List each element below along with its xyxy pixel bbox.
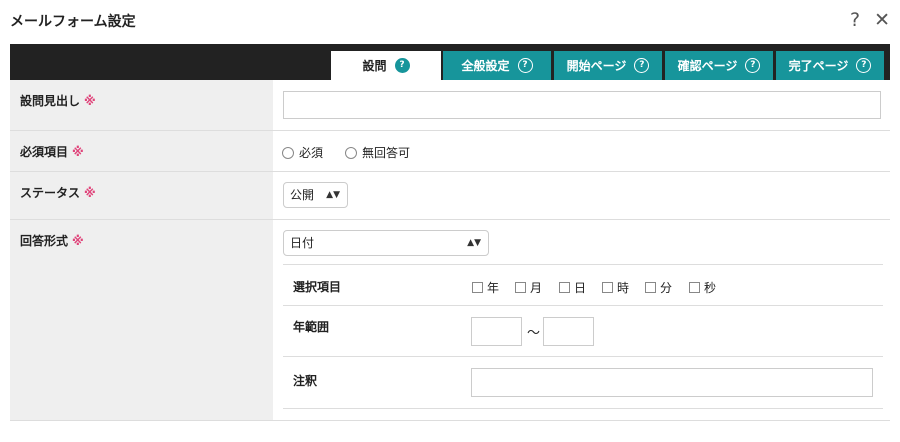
note-label: 注釈: [293, 374, 318, 388]
sub-note: 注釈: [283, 357, 883, 409]
select-arrows-icon: ▲▼: [326, 190, 340, 200]
tab-label: 確認ページ: [677, 59, 738, 73]
question-circle-icon[interactable]: ?: [745, 58, 761, 73]
tab-general-settings[interactable]: 全般設定 ?: [443, 51, 551, 80]
checkbox-box[interactable]: [645, 282, 656, 293]
checkbox-minute[interactable]: 分: [645, 279, 672, 296]
required-mark: ※: [84, 94, 96, 108]
year-range-from-input[interactable]: [471, 317, 522, 346]
select-items-label: 選択項目: [293, 280, 342, 294]
help-icon[interactable]: ?: [850, 9, 860, 31]
dialog-title: メールフォーム設定: [10, 14, 136, 30]
note-input[interactable]: [471, 368, 873, 397]
sub-year-range: 年範囲 〜: [283, 306, 883, 357]
row-status: ステータス ※ 公開 ▲▼: [10, 172, 890, 220]
checkbox-box[interactable]: [559, 282, 570, 293]
question-circle-icon[interactable]: ?: [634, 58, 650, 73]
radio-circle[interactable]: [345, 146, 357, 159]
tab-label: 設問: [362, 59, 387, 73]
required-mark: ※: [72, 234, 84, 248]
range-separator: 〜: [527, 326, 541, 341]
checkbox-hour[interactable]: 時: [602, 279, 629, 296]
checkbox-box[interactable]: [689, 282, 700, 293]
header-icons: ? ✕: [850, 9, 890, 31]
tab-label: 開始ページ: [566, 59, 627, 73]
answer-format-label: 回答形式 ※: [20, 234, 84, 248]
tab-complete-page[interactable]: 完了ページ ?: [776, 51, 884, 80]
tab-label: 完了ページ: [788, 59, 849, 73]
row-answer-format: 回答形式 ※ 日付 ▲▼ 選択項目 年 月 日 時 分 秒 年範囲 〜 注釈: [10, 220, 890, 421]
question-circle-icon[interactable]: ?: [517, 58, 533, 73]
checkbox-second[interactable]: 秒: [689, 279, 716, 296]
radio-required[interactable]: 必須: [282, 144, 323, 161]
tab-bar: 設問 ? 全般設定 ? 開始ページ ? 確認ページ ? 完了ページ ?: [10, 44, 890, 80]
required-mark: ※: [72, 145, 84, 159]
sub-select-items: 選択項目 年 月 日 時 分 秒: [283, 265, 883, 306]
tab-label: 全般設定: [461, 59, 510, 73]
question-circle-icon[interactable]: ?: [856, 58, 872, 73]
close-icon[interactable]: ✕: [874, 9, 890, 31]
question-circle-icon[interactable]: ?: [394, 58, 410, 73]
row-required: 必須項目 ※ 必須 無回答可: [10, 131, 890, 172]
year-range-label: 年範囲: [293, 320, 330, 334]
required-label: 必須項目 ※: [20, 145, 84, 159]
checkbox-box[interactable]: [515, 282, 526, 293]
status-label: ステータス ※: [20, 186, 96, 200]
tab-start-page[interactable]: 開始ページ ?: [554, 51, 662, 80]
radio-circle[interactable]: [282, 146, 294, 159]
required-mark: ※: [84, 186, 96, 200]
checkbox-month[interactable]: 月: [515, 279, 542, 296]
checkbox-day[interactable]: 日: [559, 279, 586, 296]
tab-confirm-page[interactable]: 確認ページ ?: [665, 51, 773, 80]
heading-label: 設問見出し ※: [20, 94, 96, 108]
dialog-header: メールフォーム設定 ? ✕: [0, 0, 900, 44]
status-select[interactable]: 公開 ▲▼: [283, 182, 348, 208]
row-heading: 設問見出し ※: [10, 80, 890, 131]
radio-optional[interactable]: 無回答可: [345, 144, 410, 161]
tab-question[interactable]: 設問 ?: [331, 51, 441, 80]
heading-input[interactable]: [283, 91, 881, 119]
year-range-to-input[interactable]: [543, 317, 594, 346]
checkbox-box[interactable]: [472, 282, 483, 293]
checkbox-box[interactable]: [602, 282, 613, 293]
checkbox-year[interactable]: 年: [472, 279, 499, 296]
